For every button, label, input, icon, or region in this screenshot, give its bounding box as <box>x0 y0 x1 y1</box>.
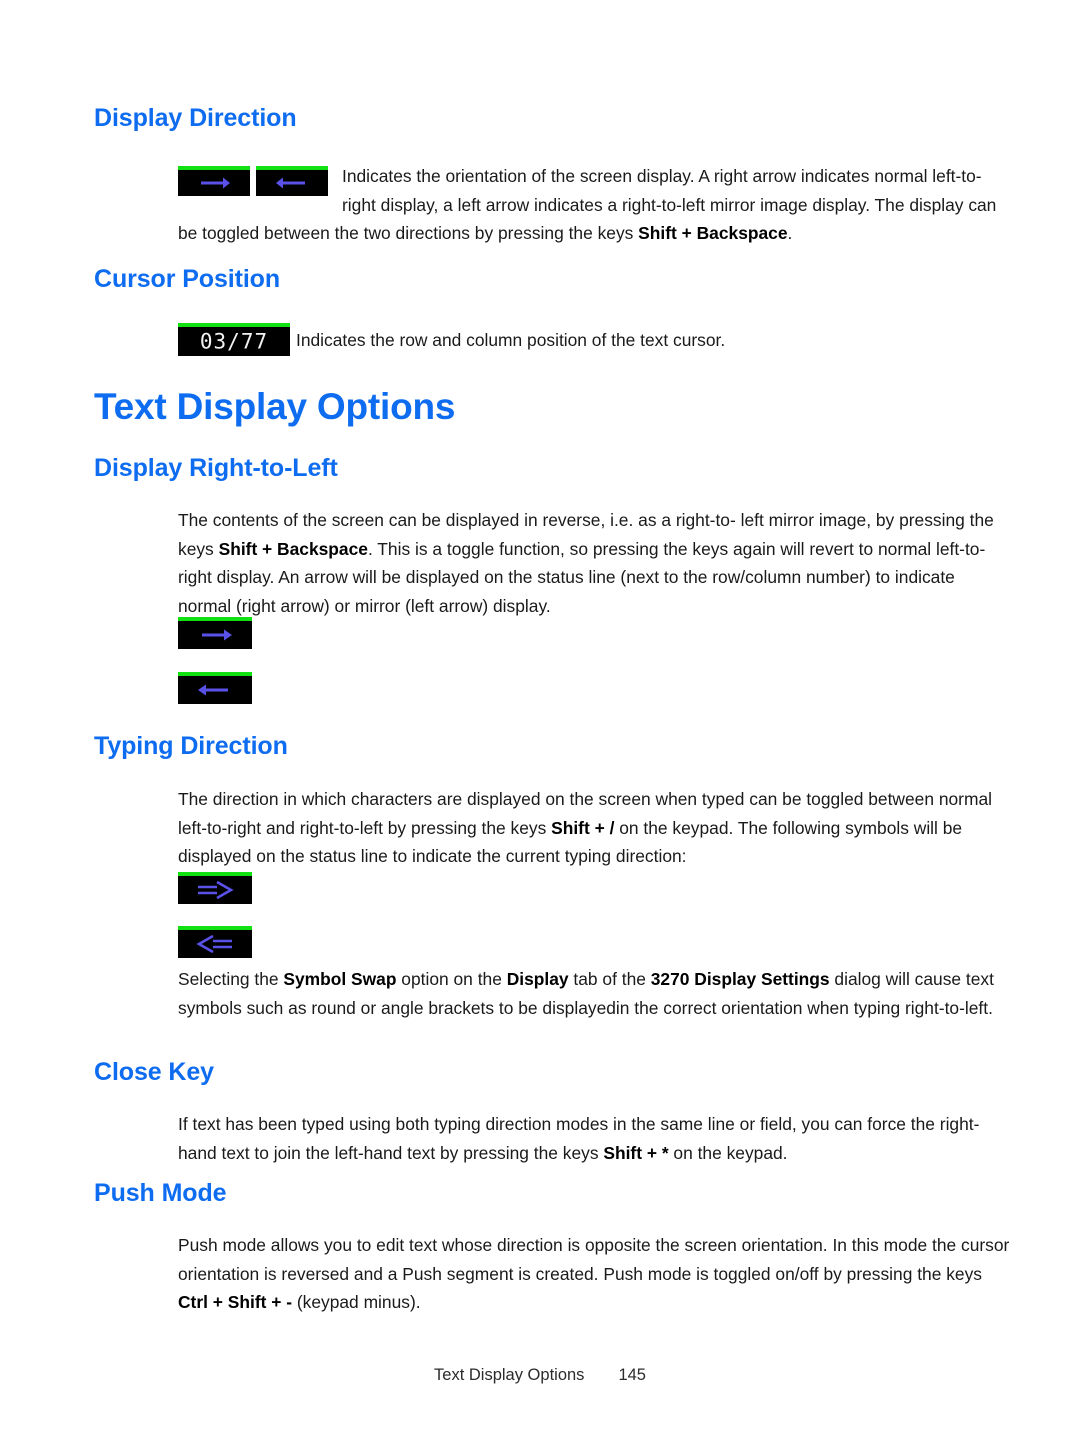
paragraph-symbol-swap: Selecting the Symbol Swap option on the … <box>178 965 1010 1022</box>
paragraph-text: tab of the <box>568 969 651 989</box>
heading-push-mode: Push Mode <box>94 1179 227 1207</box>
heading-close-key: Close Key <box>94 1058 214 1086</box>
paragraph-display-direction: Indicates the orientation of the screen … <box>178 162 1010 248</box>
double-left-arrow-icon <box>178 930 252 958</box>
typing-direction-rtl-box-wrap <box>178 926 252 958</box>
paragraph-tail: (keypad minus). <box>292 1292 421 1312</box>
paragraph-close-key: If text has been typed using both typing… <box>178 1110 1010 1167</box>
keys-shift-backspace: Shift + Backspace <box>638 223 788 243</box>
heading-cursor-position: Cursor Position <box>94 265 281 293</box>
double-right-arrow-icon <box>178 876 252 904</box>
keys-shift-backspace: Shift + Backspace <box>218 538 368 559</box>
keys-ctrl-shift-minus: Ctrl + Shift + - <box>178 1292 293 1312</box>
double-right-arrow-status-box <box>178 872 252 904</box>
page-footer: Text Display Options 145 <box>0 1366 1080 1385</box>
double-left-arrow-status-box <box>178 926 252 958</box>
left-arrow-status-box <box>256 166 328 197</box>
paragraph-text: Push mode allows you to edit text whose … <box>178 1235 1010 1284</box>
display-direction-icon-group <box>178 166 334 197</box>
paragraph-typing-direction: The direction in which characters are di… <box>178 785 1010 871</box>
right-arrow-icon <box>178 170 250 196</box>
footer-title: Text Display Options <box>434 1366 585 1384</box>
left-arrow-status-box <box>178 672 252 704</box>
left-arrow-icon <box>256 170 328 196</box>
left-arrow-icon <box>178 676 252 704</box>
heading-display-direction: Display Direction <box>94 104 297 132</box>
keys-shift-slash: Shift + / <box>551 817 615 838</box>
typing-direction-ltr-box-wrap <box>178 872 252 904</box>
heading-typing-direction: Typing Direction <box>94 732 288 760</box>
tab-display: Display <box>506 969 569 989</box>
right-arrow-status-box <box>178 617 252 649</box>
cursor-position-value: 03/77 <box>199 329 269 353</box>
paragraph-display-right-to-left: The contents of the screen can be displa… <box>178 506 1010 620</box>
cursor-position-indicator: 03/77 <box>178 323 290 356</box>
paragraph-text: option on the <box>396 969 507 989</box>
keys-shift-asterisk: Shift + * <box>603 1142 669 1163</box>
paragraph-push-mode: Push mode allows you to edit text whose … <box>178 1231 1010 1317</box>
right-arrow-status-box <box>178 166 250 197</box>
dialog-3270-display-settings: 3270 Display Settings <box>650 969 830 989</box>
heading-display-right-to-left: Display Right-to-Left <box>94 454 338 482</box>
paragraph-text: Selecting the <box>178 969 284 989</box>
right-to-left-right-arrow-box-wrap <box>178 617 252 649</box>
option-symbol-swap: Symbol Swap <box>283 969 397 989</box>
cursor-position-status-box: 03/77 <box>178 323 290 356</box>
paragraph-cursor-position: Indicates the row and column position of… <box>296 330 726 350</box>
paragraph-tail: on the keypad. <box>668 1142 788 1163</box>
right-to-left-left-arrow-box-wrap <box>178 672 252 704</box>
paragraph-tail: . <box>787 223 793 243</box>
footer-page-number: 145 <box>618 1366 646 1384</box>
right-arrow-icon <box>178 621 252 649</box>
heading-text-display-options: Text Display Options <box>94 386 456 427</box>
paragraph-text: If text has been typed using both typing… <box>178 1114 980 1163</box>
document-page: Display Direction Indicates the orientat… <box>0 0 1080 1437</box>
